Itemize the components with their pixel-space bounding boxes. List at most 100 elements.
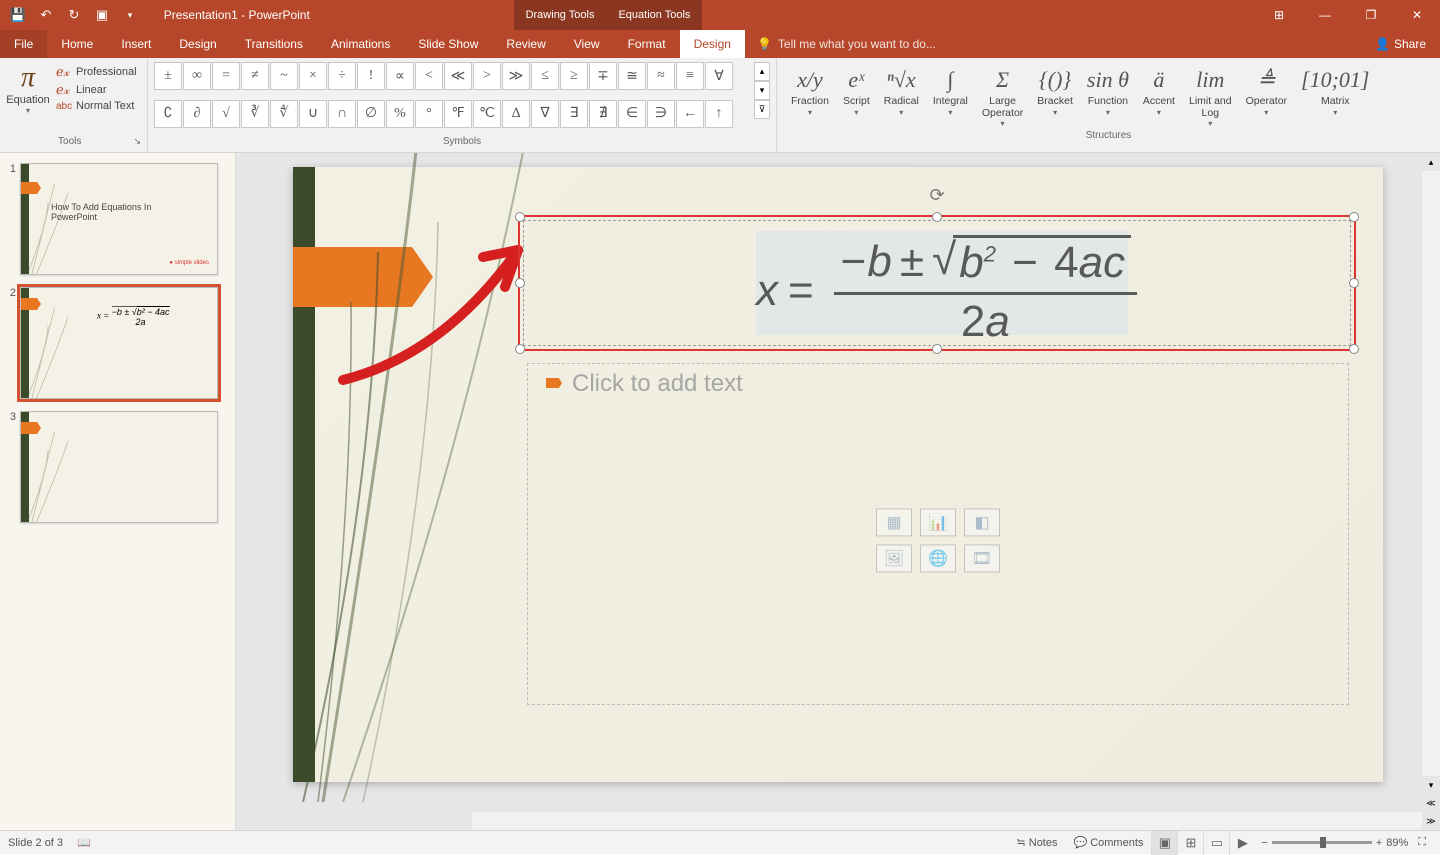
symbol-button[interactable]: × [299, 62, 327, 90]
slide-indicator[interactable]: Slide 2 of 3 [8, 837, 63, 849]
dropdown-icon[interactable]: ▾ [948, 108, 952, 117]
structure-operator[interactable]: ≜Operator▾ [1242, 62, 1291, 130]
symbol-button[interactable]: = [212, 62, 240, 90]
resize-handle[interactable] [515, 212, 525, 222]
dropdown-icon[interactable]: ▾ [854, 108, 858, 117]
symbol-button[interactable]: % [386, 100, 414, 128]
resize-handle[interactable] [932, 212, 942, 222]
symbol-button[interactable]: ∅ [357, 100, 385, 128]
symbol-button[interactable]: ≤ [531, 62, 559, 90]
fit-to-window-icon[interactable]: ⛶ [1418, 836, 1426, 849]
structure-accent[interactable]: äAccent▾ [1139, 62, 1179, 130]
dropdown-icon[interactable]: ▾ [1333, 108, 1337, 117]
symbol-button[interactable]: ∝ [386, 62, 414, 90]
insert-picture-icon[interactable]: 🖼 [876, 544, 912, 572]
symbol-button[interactable]: √ [212, 100, 240, 128]
dropdown-icon[interactable]: ▾ [1157, 108, 1161, 117]
equation-tools-tab[interactable]: Equation Tools [606, 0, 702, 30]
equation-button[interactable]: π Equation ▾ [6, 62, 50, 136]
tab-slide-show[interactable]: Slide Show [404, 30, 492, 58]
restore-icon[interactable]: ❐ [1348, 0, 1394, 30]
symbol-button[interactable]: ∆ [502, 100, 530, 128]
symbol-button[interactable]: ≡ [676, 62, 704, 90]
symbol-button[interactable]: ± [154, 62, 182, 90]
resize-handle[interactable] [932, 344, 942, 354]
zoom-in-icon[interactable]: + [1376, 837, 1382, 849]
drawing-tools-tab[interactable]: Drawing Tools [514, 0, 607, 30]
symbol-button[interactable]: > [473, 62, 501, 90]
resize-handle[interactable] [1349, 344, 1359, 354]
symbol-button[interactable]: ∓ [589, 62, 617, 90]
tab-review[interactable]: Review [492, 30, 559, 58]
symbol-button[interactable]: ∃ [560, 100, 588, 128]
tab-animations[interactable]: Animations [317, 30, 404, 58]
symbol-button[interactable]: ∪ [299, 100, 327, 128]
tab-transitions[interactable]: Transitions [231, 30, 317, 58]
scroll-up-icon[interactable]: ▴ [1422, 153, 1440, 171]
symbol-button[interactable]: ℃ [473, 100, 501, 128]
content-placeholder[interactable]: Click to add text ▦ 📊 ◧ 🖼 🌐 🎞 [527, 363, 1349, 705]
dropdown-icon[interactable]: ▾ [1001, 119, 1005, 128]
spellcheck-icon[interactable]: 📖 [77, 836, 91, 849]
symbol-button[interactable]: ≅ [618, 62, 646, 90]
ribbon-display-options-icon[interactable]: ⊞ [1256, 0, 1302, 30]
structure-limit-and-log[interactable]: limLimit and Log▾ [1185, 62, 1236, 130]
symbol-button[interactable]: ~ [270, 62, 298, 90]
structure-script[interactable]: eˣScript▾ [839, 62, 874, 130]
horizontal-scrollbar[interactable] [472, 812, 1422, 830]
slide-thumbnail-1[interactable]: How To Add Equations In PowerPoint ● sim… [20, 163, 218, 275]
notes-button[interactable]: ≒Notes [1009, 831, 1066, 855]
resize-handle[interactable] [515, 278, 525, 288]
reading-view-icon[interactable]: ▭ [1203, 831, 1229, 855]
symbol-button[interactable]: ∀ [705, 62, 733, 90]
symbol-button[interactable]: ∄ [589, 100, 617, 128]
vertical-scrollbar[interactable]: ▴ ▾ ≪ ≫ [1422, 153, 1440, 830]
symbol-button[interactable]: ∩ [328, 100, 356, 128]
zoom-out-icon[interactable]: − [1261, 837, 1267, 849]
slide-thumbnail-2[interactable]: x = −b ± √b² − 4ac2a [20, 287, 218, 399]
symbol-button[interactable]: ! [357, 62, 385, 90]
symbols-scroll-up-icon[interactable]: ▴ [754, 62, 770, 81]
zoom-level[interactable]: 89% [1386, 837, 1408, 849]
share-button[interactable]: 👤 Share [1361, 37, 1440, 51]
symbols-more-icon[interactable]: ⊽ [754, 100, 770, 119]
insert-online-picture-icon[interactable]: 🌐 [920, 544, 956, 572]
zoom-thumb[interactable] [1320, 837, 1326, 848]
symbol-button[interactable]: ∋ [647, 100, 675, 128]
symbol-button[interactable]: ÷ [328, 62, 356, 90]
symbol-button[interactable]: ↑ [705, 100, 733, 128]
zoom-slider[interactable] [1272, 841, 1372, 844]
resize-handle[interactable] [515, 344, 525, 354]
structure-fraction[interactable]: x/yFraction▾ [787, 62, 833, 130]
symbol-button[interactable]: ∛ [241, 100, 269, 128]
equation-text-box[interactable]: ⟳ x = −b ± √ [518, 215, 1356, 351]
normal-view-icon[interactable]: ▣ [1151, 831, 1177, 855]
symbols-scroll-down-icon[interactable]: ▾ [754, 81, 770, 100]
tell-me-search[interactable]: 💡 Tell me what you want to do... [745, 37, 1361, 51]
equation-dropdown-icon[interactable]: ▾ [26, 106, 30, 115]
insert-chart-icon[interactable]: 📊 [920, 508, 956, 536]
symbol-button[interactable]: ∇ [531, 100, 559, 128]
structure-matrix[interactable]: [10;01]Matrix▾ [1297, 62, 1373, 130]
structure-function[interactable]: sin θFunction▾ [1083, 62, 1133, 130]
slide-thumbnails-panel[interactable]: 1 How To Add Equations In PowerPoint ● s… [0, 153, 236, 830]
structure-integral[interactable]: ∫Integral▾ [929, 62, 972, 130]
minimize-icon[interactable]: — [1302, 0, 1348, 30]
tab-format[interactable]: Format [614, 30, 680, 58]
tools-launcher-icon[interactable]: ↘ [133, 136, 141, 147]
symbol-button[interactable]: ℉ [444, 100, 472, 128]
tab-insert[interactable]: Insert [107, 30, 165, 58]
insert-smartart-icon[interactable]: ◧ [964, 508, 1000, 536]
slideshow-view-icon[interactable]: ▶ [1229, 831, 1255, 855]
structure-bracket[interactable]: {()}Bracket▾ [1033, 62, 1077, 130]
normal-text-button[interactable]: abcNormal Text [56, 100, 137, 112]
close-icon[interactable]: ✕ [1394, 0, 1440, 30]
symbol-button[interactable]: ≈ [647, 62, 675, 90]
symbol-button[interactable]: ∂ [183, 100, 211, 128]
dropdown-icon[interactable]: ▾ [808, 108, 812, 117]
tab-file[interactable]: File [0, 30, 47, 58]
symbol-button[interactable]: ≠ [241, 62, 269, 90]
symbol-button[interactable]: ∜ [270, 100, 298, 128]
prev-slide-icon[interactable]: ≪ [1422, 794, 1440, 812]
resize-handle[interactable] [1349, 278, 1359, 288]
